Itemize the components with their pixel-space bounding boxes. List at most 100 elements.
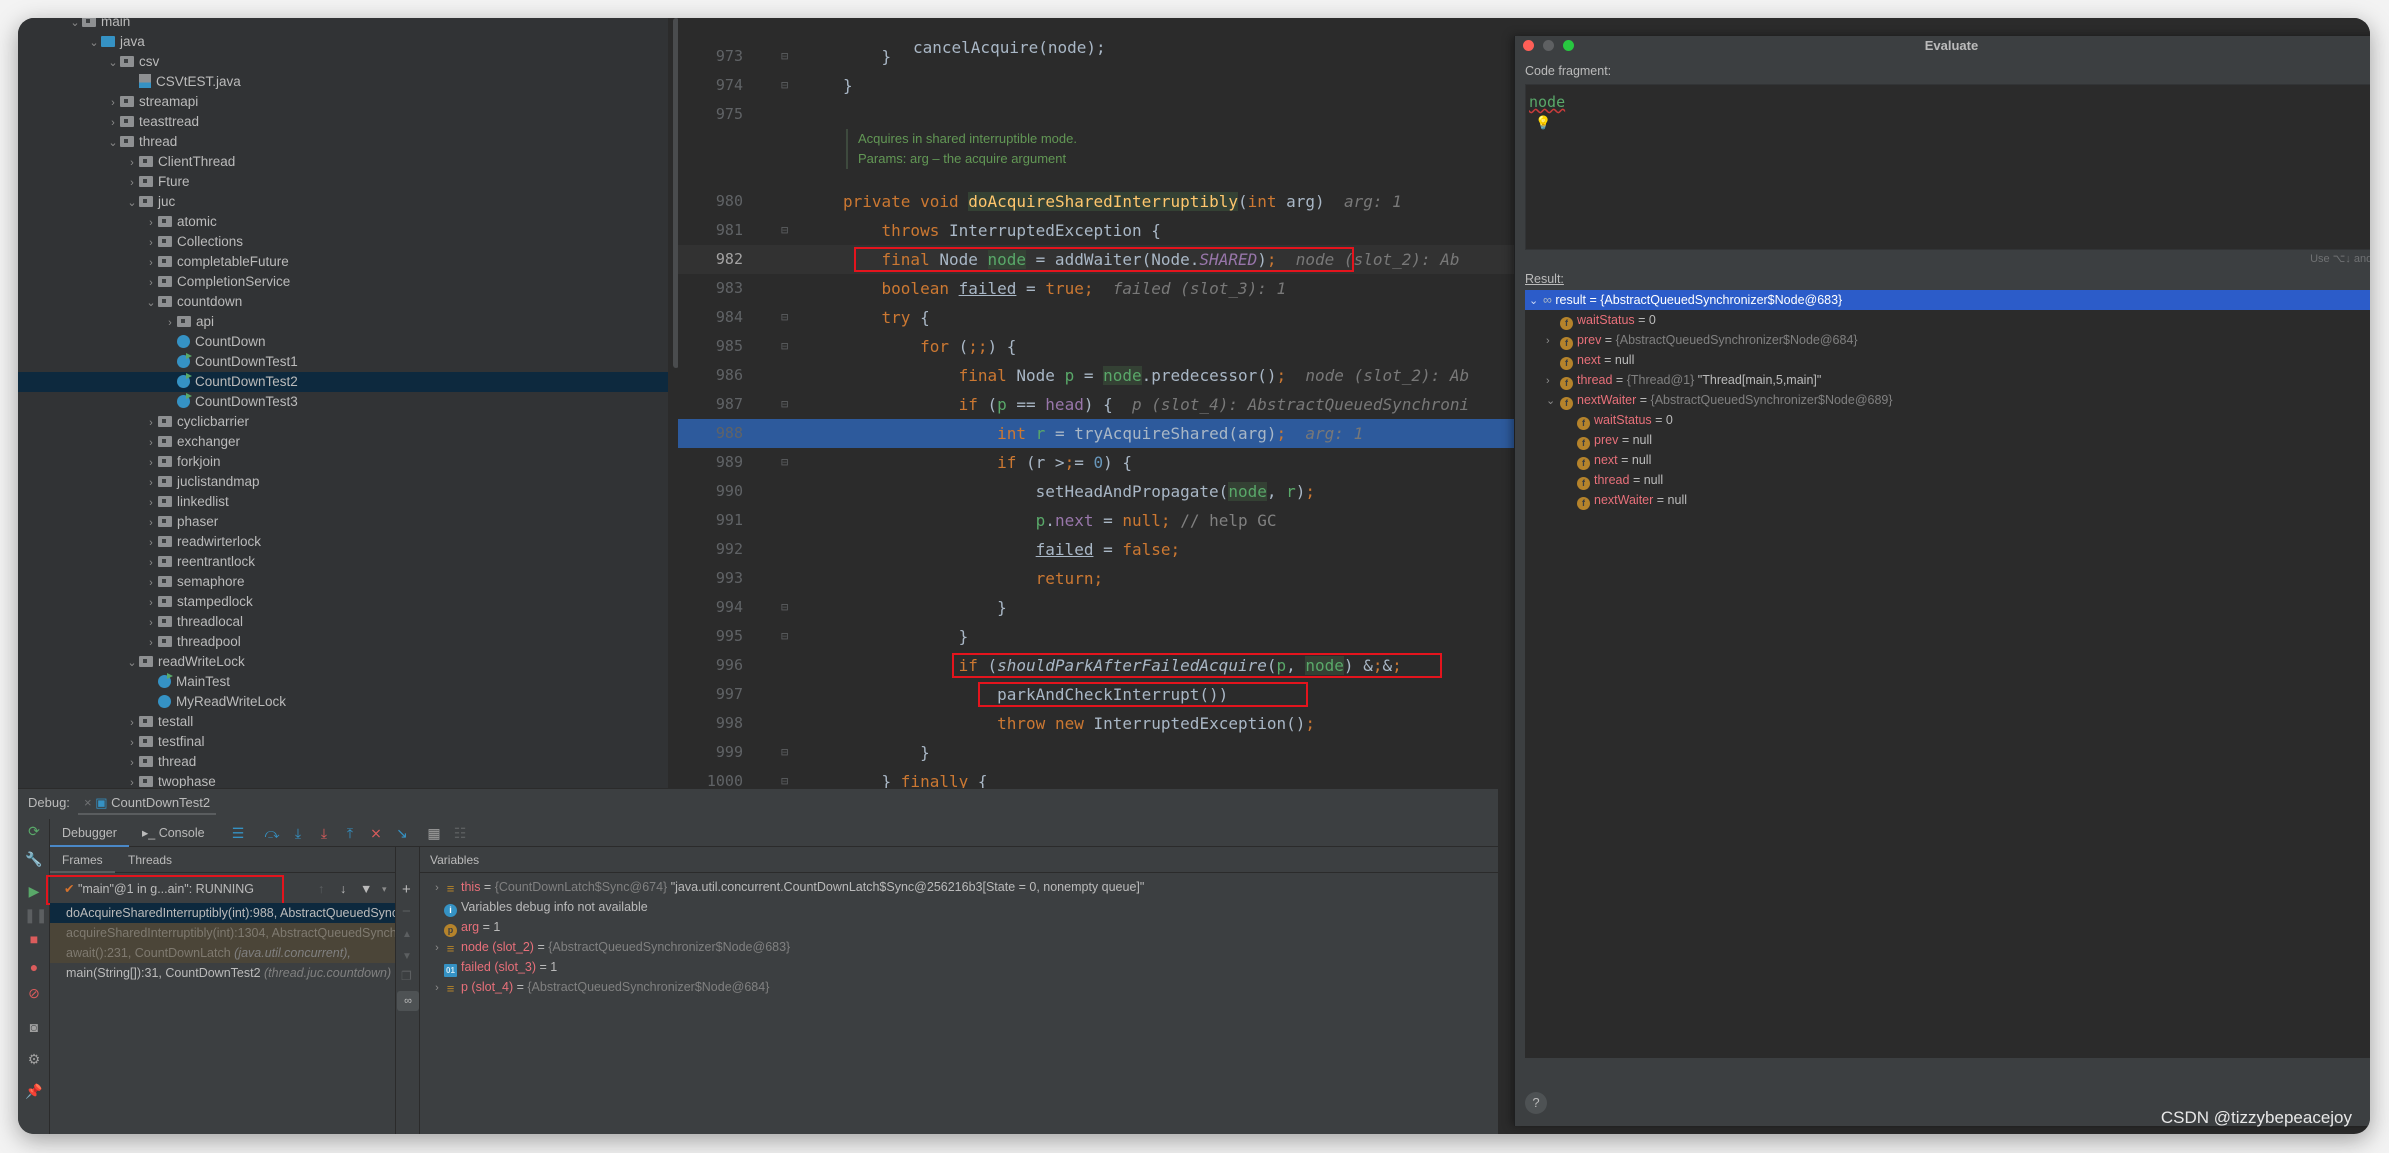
chevron-right-icon[interactable]: ›	[125, 173, 139, 193]
result-tree-row[interactable]: f next = null	[1525, 350, 2370, 370]
chevron-right-icon[interactable]: ›	[144, 573, 158, 593]
force-step-into-icon[interactable]: ⤓	[314, 823, 334, 843]
stack-frame[interactable]: acquireSharedInterruptibly(int):1304, Ab…	[50, 923, 395, 943]
variable-row[interactable]: i Variables debug info not available	[420, 897, 1498, 917]
fold-marker-icon[interactable]: ⊟	[781, 303, 788, 332]
tree-item[interactable]: › threadpool	[18, 632, 668, 652]
tree-item[interactable]: › Collections	[18, 232, 668, 252]
tree-item[interactable]: CountDownTest1	[18, 352, 668, 372]
trace-icon[interactable]: ☷	[450, 823, 470, 843]
add-watch-icon[interactable]: +	[402, 881, 411, 898]
tree-item[interactable]: ⌄ readWriteLock	[18, 652, 668, 672]
line-number[interactable]: 981	[678, 216, 743, 245]
move-down-icon[interactable]: ▼	[402, 951, 412, 962]
tree-item[interactable]: › atomic	[18, 212, 668, 232]
tab-threads[interactable]: Threads	[116, 847, 184, 873]
tree-item[interactable]: › testfinal	[18, 732, 668, 752]
settings-wrench-icon[interactable]: 🔧	[24, 849, 44, 869]
chevron-down-icon[interactable]: ⌄	[144, 293, 158, 313]
tree-item[interactable]: › cyclicbarrier	[18, 412, 668, 432]
line-number[interactable]: 987	[678, 390, 743, 419]
variable-row[interactable]: › ≡ node (slot_2) = {AbstractQueuedSynchro…	[420, 937, 1498, 957]
tree-item[interactable]: ⌄ main	[18, 18, 668, 32]
chevron-right-icon[interactable]: ›	[144, 273, 158, 293]
down-arrow-icon[interactable]: ↓	[340, 877, 346, 901]
chevron-right-icon[interactable]: ›	[144, 453, 158, 473]
result-tree-row[interactable]: f thread = null	[1525, 470, 2370, 490]
tree-item[interactable]: › exchanger	[18, 432, 668, 452]
stop-icon[interactable]: ■	[24, 929, 44, 949]
step-into-icon[interactable]: ⤓	[288, 823, 308, 843]
move-up-icon[interactable]: ▲	[402, 929, 412, 940]
fold-marker-icon[interactable]: ⊟	[781, 448, 788, 477]
run-to-cursor-icon[interactable]: ↘	[392, 823, 412, 843]
line-number[interactable]: 986	[678, 361, 743, 390]
result-tree-row[interactable]: f waitStatus = 0	[1525, 410, 2370, 430]
view-breakpoints-icon[interactable]: ●	[24, 957, 44, 977]
pin-icon[interactable]: 📌	[24, 1081, 44, 1101]
line-number[interactable]: 982	[678, 245, 743, 274]
tree-item[interactable]: › juclistandmap	[18, 472, 668, 492]
fold-marker-icon[interactable]: ⊟	[781, 216, 788, 245]
tree-item[interactable]: MyReadWriteLock	[18, 692, 668, 712]
line-number[interactable]: 996	[678, 651, 743, 680]
tree-item[interactable]: CountDownTest3	[18, 392, 668, 412]
tab-console[interactable]: ▸_ Console	[130, 819, 217, 847]
tree-item[interactable]: › Fture	[18, 172, 668, 192]
camera-icon[interactable]: ◙	[24, 1017, 44, 1037]
tree-item[interactable]: › api	[18, 312, 668, 332]
result-tree-row[interactable]: f next = null	[1525, 450, 2370, 470]
line-number[interactable]: 994	[678, 593, 743, 622]
fold-marker-icon[interactable]: ⊟	[781, 42, 788, 71]
close-icon[interactable]: ×	[84, 795, 95, 810]
tree-item[interactable]: › stampedlock	[18, 592, 668, 612]
tree-item[interactable]: CSVtEST.java	[18, 72, 668, 92]
tree-item[interactable]: › threadlocal	[18, 612, 668, 632]
up-arrow-icon[interactable]: ↑	[318, 877, 324, 901]
step-out-icon[interactable]: ⤒	[340, 823, 360, 843]
watches-glasses-icon[interactable]: ∞	[397, 991, 419, 1011]
variable-row[interactable]: 01 failed (slot_3) = 1	[420, 957, 1498, 977]
chevron-down-icon[interactable]: ⌄	[87, 33, 101, 53]
tree-item[interactable]: MainTest	[18, 672, 668, 692]
stack-frame[interactable]: await():231, CountDownLatch (java.util.c…	[50, 943, 395, 963]
line-number[interactable]: 983	[678, 274, 743, 303]
result-tree-row[interactable]: f waitStatus = 0	[1525, 310, 2370, 330]
filter-icon[interactable]: ▼	[360, 877, 372, 901]
chevron-right-icon[interactable]: ›	[125, 153, 139, 173]
line-number[interactable]: 974	[678, 71, 743, 100]
chevron-down-icon[interactable]: ⌄	[68, 18, 82, 33]
fold-marker-icon[interactable]: ⊟	[781, 593, 788, 622]
chevron-right-icon[interactable]: ›	[106, 93, 120, 113]
drop-frame-icon[interactable]: ⨯	[366, 823, 386, 843]
chevron-down-icon[interactable]: ⌄	[125, 193, 139, 213]
fold-marker-icon[interactable]: ⊟	[781, 767, 788, 788]
fold-marker-icon[interactable]: ⊟	[781, 738, 788, 767]
chevron-right-icon[interactable]: ›	[125, 733, 139, 753]
chevron-right-icon[interactable]: ›	[144, 593, 158, 613]
tree-item[interactable]: › semaphore	[18, 572, 668, 592]
resume-icon[interactable]: ▶	[24, 881, 44, 901]
evaluate-expression-icon[interactable]: ▦	[424, 823, 444, 843]
chevron-down-icon[interactable]: ⌄	[1529, 291, 1543, 311]
tree-item[interactable]: › testall	[18, 712, 668, 732]
chevron-right-icon[interactable]: ›	[125, 753, 139, 773]
line-number[interactable]: 998	[678, 709, 743, 738]
tree-item[interactable]: ⌄ csv	[18, 52, 668, 72]
variable-row[interactable]: › ≡ p (slot_4) = {AbstractQueuedSynchroniz…	[420, 977, 1498, 997]
tree-item[interactable]: › readwirterlock	[18, 532, 668, 552]
fold-marker-icon[interactable]: ⊟	[781, 390, 788, 419]
chevron-right-icon[interactable]: ›	[163, 313, 177, 333]
help-button[interactable]: ?	[1525, 1092, 1547, 1114]
tab-frames[interactable]: Frames	[50, 847, 115, 873]
chevron-right-icon[interactable]: ›	[106, 113, 120, 133]
chevron-right-icon[interactable]: ›	[144, 233, 158, 253]
chevron-right-icon[interactable]: ›	[430, 878, 444, 898]
pause-icon[interactable]: ❚❚	[24, 905, 47, 925]
line-number[interactable]: 993	[678, 564, 743, 593]
tree-item[interactable]: ⌄ java	[18, 32, 668, 52]
chevron-right-icon[interactable]: ›	[125, 773, 139, 788]
chevron-right-icon[interactable]: ›	[430, 978, 444, 998]
chevron-right-icon[interactable]: ›	[430, 938, 444, 958]
line-number[interactable]: 973	[678, 42, 743, 71]
